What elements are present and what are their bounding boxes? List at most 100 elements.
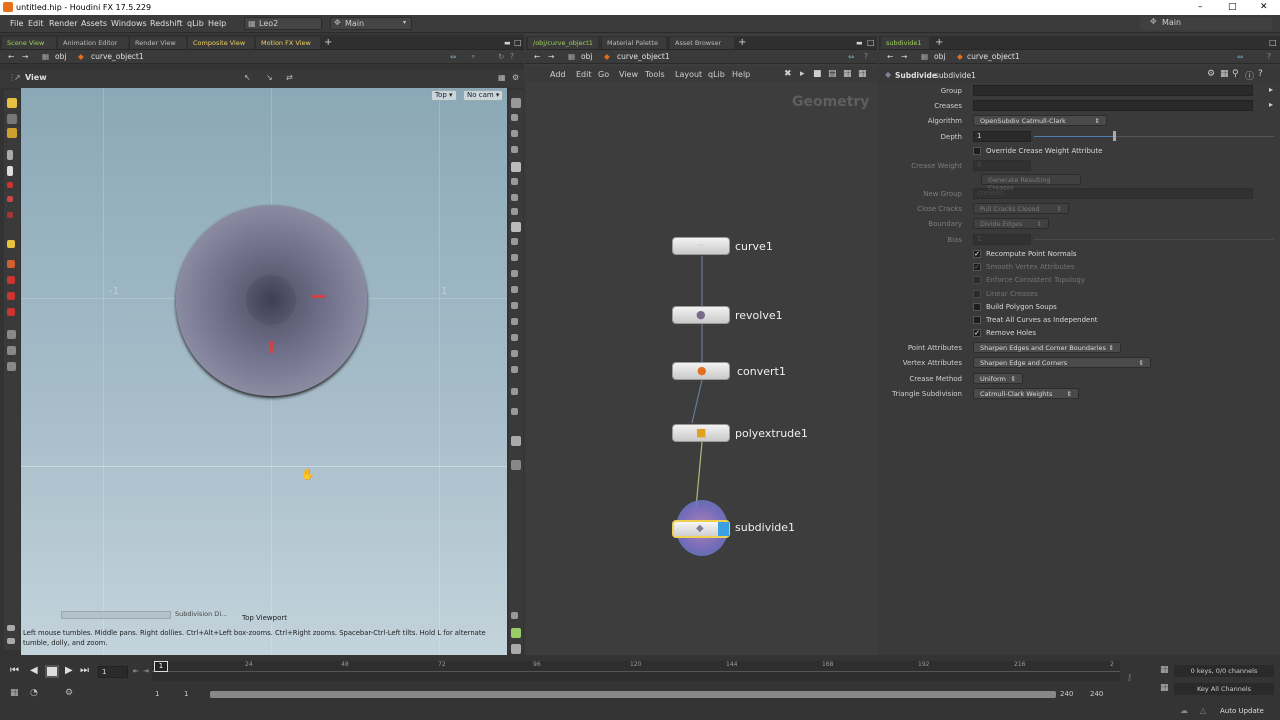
magnet-icon[interactable] — [7, 260, 15, 268]
settings-icon[interactable]: ⚙ — [65, 688, 73, 698]
display-tool-icon[interactable] — [511, 98, 521, 108]
red-tool-icon[interactable] — [7, 182, 13, 188]
numbers-toggle-icon[interactable] — [511, 286, 518, 293]
help-icon[interactable]: ? — [1258, 69, 1263, 79]
forward-arrow-icon[interactable]: → — [901, 52, 907, 61]
pane-menu-icon[interactable]: ▬ — [504, 39, 511, 47]
frame-ruler[interactable]: 1 24 48 72 96 120 144 168 192 216 2 — [152, 661, 1120, 681]
algorithm-dropdown[interactable]: OpenSubdiv Catmull-Clark ⇕ — [973, 115, 1107, 126]
camera-view-dropdown[interactable]: Top ▾ — [431, 90, 457, 101]
uv-toggle-icon[interactable] — [511, 270, 518, 277]
bbox-toggle-icon[interactable] — [511, 318, 518, 325]
linear-creases-checkbox[interactable] — [973, 290, 981, 298]
handle-toggle-icon[interactable] — [511, 366, 518, 373]
tumble-icon[interactable]: ↖ — [244, 73, 251, 82]
render-tool-icon[interactable] — [7, 362, 16, 371]
pane-maximize-icon[interactable]: □ — [1269, 38, 1277, 47]
menu-file[interactable]: File — [10, 19, 23, 28]
play-icon[interactable]: ▶ — [65, 665, 73, 676]
refresh-icon[interactable]: ↻ — [498, 52, 504, 61]
gear-icon[interactable]: ⚙ — [1207, 69, 1215, 79]
arrow-tool-icon[interactable] — [7, 150, 13, 160]
home-view-icon[interactable] — [511, 644, 521, 654]
enforce-topology-checkbox[interactable] — [973, 276, 981, 284]
red-tool-icon-3[interactable] — [7, 212, 13, 218]
minimize-button[interactable]: – — [1198, 2, 1203, 12]
lock-tool-icon[interactable] — [511, 130, 518, 137]
triangle-subdivision-dropdown[interactable]: Catmull-Clark Weights ⇕ — [973, 388, 1079, 399]
path-curve-object[interactable]: curve_object1 — [91, 52, 144, 61]
creases-arrow-icon[interactable]: ▸ — [1269, 100, 1273, 109]
audio-icon[interactable]: ▦ — [10, 688, 19, 698]
path-obj[interactable]: obj — [55, 52, 66, 61]
menu-windows[interactable]: Windows — [111, 19, 147, 28]
pose-tool-icon[interactable] — [7, 128, 17, 138]
node-body[interactable]: ∼ — [672, 237, 730, 255]
normals-toggle-icon[interactable] — [511, 238, 518, 245]
path-curve-object[interactable]: curve_object1 — [967, 52, 1020, 61]
scroll-tool-icon[interactable] — [7, 625, 15, 631]
step-back-icon[interactable]: ⇤ — [133, 667, 139, 675]
treat-curves-checkbox[interactable] — [973, 316, 981, 324]
snap-edge-icon[interactable] — [7, 308, 15, 316]
remove-holes-checkbox[interactable]: ✓ — [973, 329, 981, 337]
menu-redshift[interactable]: Redshift — [150, 19, 182, 28]
expand-tool-icon[interactable] — [7, 638, 15, 644]
help-icon[interactable]: ? — [1267, 52, 1271, 61]
menu-edit[interactable]: Edit — [28, 19, 44, 28]
path-obj[interactable]: obj — [934, 52, 945, 61]
hierarchy-icon[interactable]: ▦ — [1220, 69, 1229, 79]
range-start[interactable]: 1 — [155, 690, 159, 698]
desktop-main-dropdown[interactable]: ✥ Main — [1140, 17, 1272, 30]
menu-help[interactable]: Help — [208, 19, 226, 28]
light-toggle-icon[interactable] — [511, 178, 518, 185]
crease-weight-field[interactable]: 0 — [973, 160, 1031, 171]
play-reverse-icon[interactable]: ◀ — [30, 665, 38, 676]
auto-update-button[interactable]: Auto Update — [1220, 707, 1264, 715]
camera-tool-icon[interactable] — [7, 330, 16, 339]
desktop-dropdown[interactable]: ✥ Main ▾ — [330, 17, 412, 30]
red-tool-icon-2[interactable] — [7, 196, 13, 202]
step-forward-icon[interactable]: ⇥ — [143, 667, 149, 675]
flipbook-icon[interactable] — [511, 408, 518, 415]
maximize-button[interactable]: □ — [1228, 2, 1237, 12]
creases-field[interactable] — [973, 100, 1253, 111]
menu-qlib[interactable]: qLib — [187, 19, 204, 28]
current-frame-marker[interactable]: 1 — [154, 661, 168, 672]
jump-start-icon[interactable]: ⏮ — [10, 665, 19, 676]
node-subdivide1[interactable]: ◆ subdivide1 — [672, 500, 832, 560]
depth-slider-handle[interactable] — [1113, 131, 1116, 141]
tab-parameters[interactable]: subdivide1 — [881, 37, 929, 49]
zoom-icon[interactable]: ⇄ — [286, 73, 293, 82]
pin-icon[interactable]: ⇔ — [1237, 52, 1243, 61]
node-curve1[interactable]: ∼ curve1 — [672, 237, 812, 259]
pan-icon[interactable]: ↘ — [266, 73, 273, 82]
shade-tool-icon[interactable] — [511, 162, 521, 172]
node-body[interactable]: ● — [672, 306, 730, 324]
key-all-channels-button[interactable]: Key All Channels — [1174, 683, 1274, 695]
add-tab-icon[interactable]: + — [935, 37, 943, 48]
snapshot-icon[interactable] — [511, 436, 521, 446]
tab-render-view[interactable]: Render View — [130, 37, 186, 49]
bias-slider-track[interactable] — [1034, 239, 1274, 240]
pin-icon[interactable]: ⇔ — [450, 52, 456, 61]
display-options-icon[interactable]: ⚙ — [512, 73, 519, 82]
camera-select-dropdown[interactable]: No cam ▾ — [463, 90, 503, 101]
frame-field[interactable]: 1 — [98, 666, 128, 678]
crease-method-dropdown[interactable]: Uniform ⇕ — [973, 373, 1023, 384]
render-region-icon[interactable] — [511, 388, 518, 395]
node-convert1[interactable]: ● convert1 — [672, 362, 812, 384]
new-group-field[interactable]: creases — [973, 188, 1253, 199]
smooth-vertex-checkbox[interactable]: ✓ — [973, 263, 981, 271]
help-icon[interactable]: ? — [510, 52, 514, 61]
grid-toggle-icon[interactable]: ▦ — [498, 73, 506, 82]
select-tool-icon[interactable] — [7, 98, 17, 108]
points-toggle-icon[interactable] — [511, 254, 518, 261]
bias-field[interactable]: 1 — [973, 234, 1031, 245]
display-flag-icon[interactable] — [718, 522, 729, 536]
back-arrow-icon[interactable]: ← — [8, 52, 14, 61]
pane-maximize-icon[interactable]: □ — [514, 38, 522, 47]
tab-motion-fx-view[interactable]: Motion FX View — [256, 37, 320, 49]
close-cracks-dropdown[interactable]: Pull Cracks Closed ⇕ — [973, 203, 1069, 214]
texture-toggle-icon[interactable] — [511, 222, 521, 232]
